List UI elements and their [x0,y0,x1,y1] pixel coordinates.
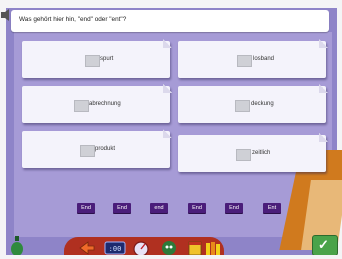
word-card: abrechnung [22,84,172,123]
question-bar: Was gehört hier hin, "end" oder "ent"? [11,10,329,32]
frame-left [0,0,6,259]
word-text: deckung [251,101,274,107]
frame-top [0,0,342,8]
clock-icon[interactable]: :00 [104,240,126,256]
speaker-icon[interactable] [0,8,11,22]
books-icon[interactable] [204,240,222,256]
back-arrow-icon[interactable] [78,240,96,256]
word-text: abrechnung [89,101,121,107]
card-corner [163,84,172,93]
drop-slot[interactable] [74,100,89,112]
drop-slot[interactable] [80,145,95,157]
word-text: losband [253,56,275,62]
svg-text::00: :00 [109,245,122,253]
word-card: spurt [22,39,172,78]
word-text: produkt [95,146,116,152]
chip-end[interactable]: end [150,203,168,213]
chip-end[interactable]: End [188,203,206,213]
chip-ent[interactable]: Ent [263,203,281,213]
bottle-icon[interactable] [10,236,24,256]
drop-slot[interactable] [235,100,250,112]
word-card: deckung [178,84,328,123]
question-text: Was gehört hier hin, "end" oder "ent"? [19,16,127,23]
word-card: produkt [22,129,172,168]
word-card: zeitlich [178,133,328,172]
card-corner [319,84,328,93]
checkmark-icon: ✓ [318,237,329,252]
card-corner [163,129,172,138]
word-text: zeitlich [252,150,271,156]
card-corner [319,133,328,142]
frame-bottom [0,255,342,259]
chip-end[interactable]: End [113,203,131,213]
card-corner [319,39,328,48]
card-corner [163,39,172,48]
drop-slot[interactable] [237,55,252,67]
gauge-icon[interactable] [132,240,150,256]
game-screen: Was gehört hier hin, "end" oder "ent"? s… [0,0,342,259]
drop-slot[interactable] [236,149,251,161]
check-button[interactable]: ✓ [312,235,338,256]
character-icon[interactable] [160,240,178,256]
calendar-icon[interactable] [186,240,204,256]
chip-end[interactable]: End [225,203,243,213]
word-card: losband [178,39,328,78]
drop-slot[interactable] [85,55,100,67]
word-text: spurt [100,56,114,62]
chip-end[interactable]: End [77,203,95,213]
